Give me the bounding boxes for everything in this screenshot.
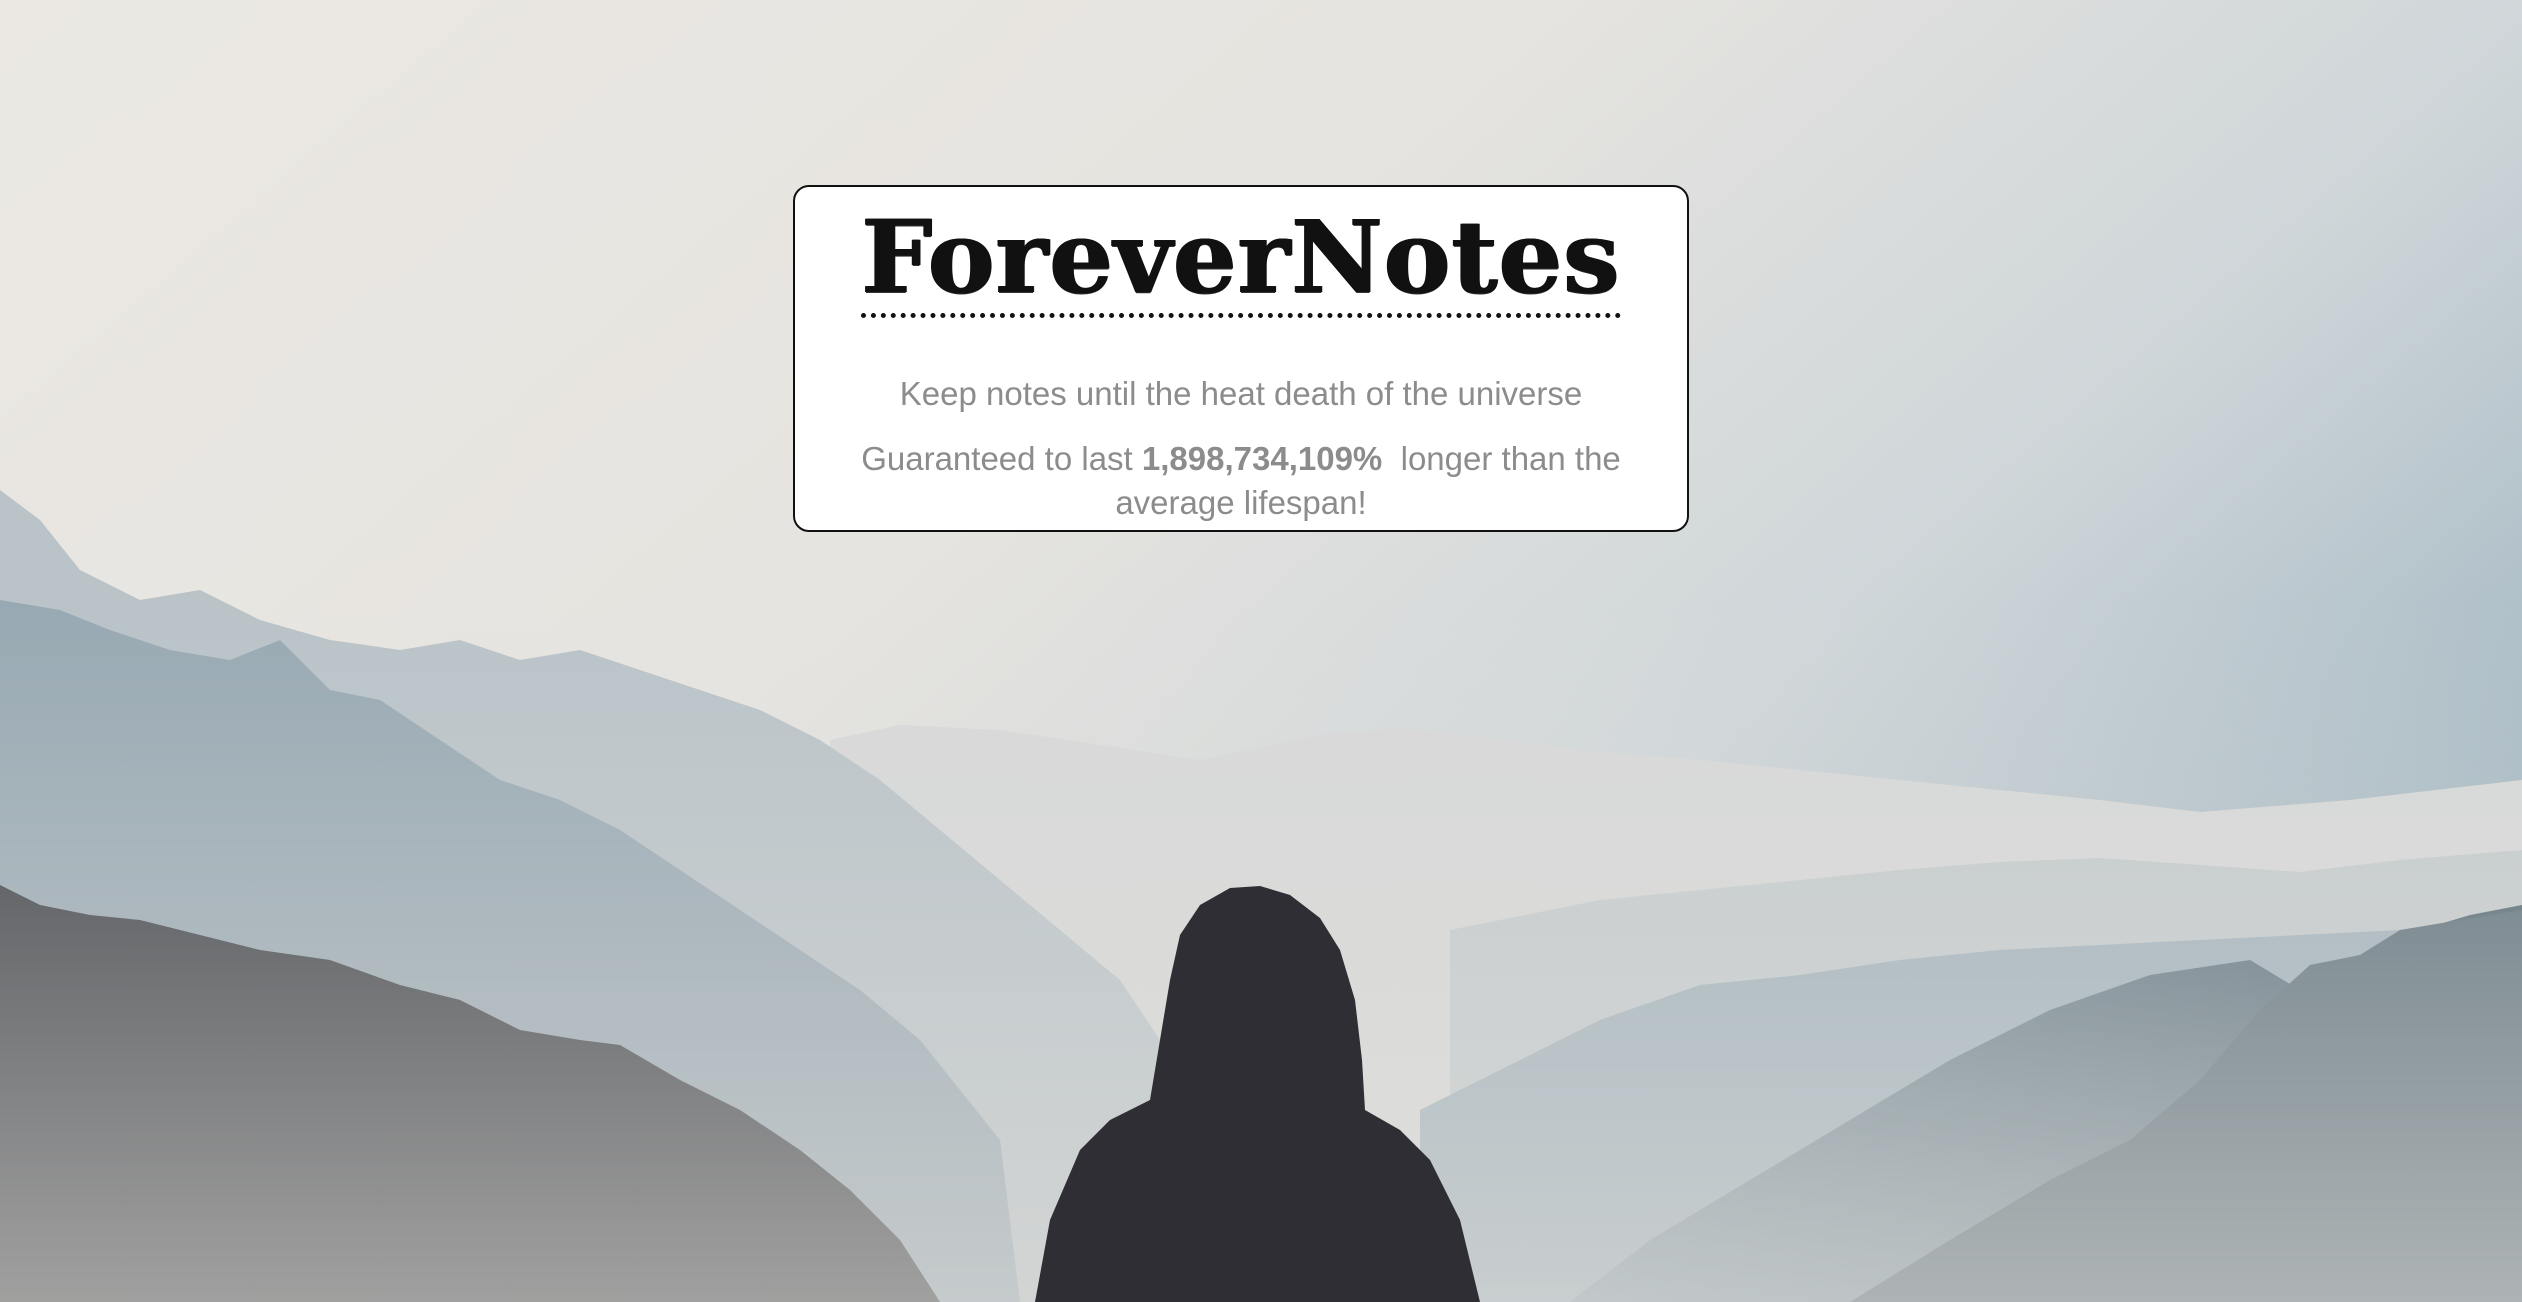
guarantee-text: Guaranteed to last 1,898,734,109% longer… bbox=[815, 437, 1667, 525]
guarantee-prefix: Guaranteed to last bbox=[861, 440, 1142, 477]
tagline: Keep notes until the heat death of the u… bbox=[899, 375, 1583, 412]
landing-page: ForeverNotes Keep notes until the heat d… bbox=[0, 0, 2522, 1302]
hero-card: ForeverNotes Keep notes until the heat d… bbox=[793, 185, 1689, 532]
forevernotes-logo: ForeverNotes bbox=[861, 198, 1621, 318]
guarantee-percentage: 1,898,734,109% bbox=[1141, 440, 1383, 477]
